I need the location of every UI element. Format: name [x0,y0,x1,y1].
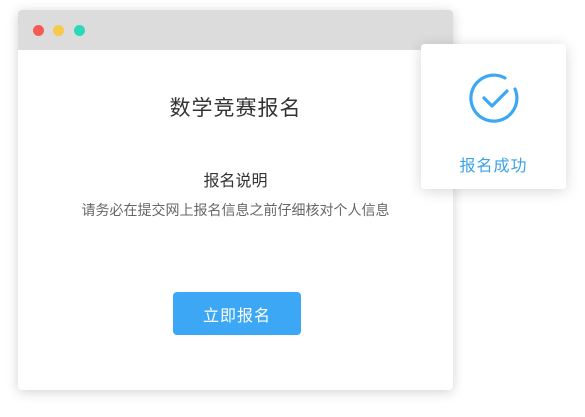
success-label: 报名成功 [459,156,528,175]
instructions-text: 请务必在提交网上报名信息之前仔细核对个人信息 [81,203,390,219]
check-circle-icon [469,73,519,123]
close-dot[interactable] [33,25,44,36]
minimize-dot[interactable] [53,25,64,36]
instructions-heading: 报名说明 [203,171,268,190]
window-titlebar [18,10,453,50]
registration-window: 数学竞赛报名 报名说明 请务必在提交网上报名信息之前仔细核对个人信息 立即报名 [18,10,453,390]
register-button[interactable]: 立即报名 [173,292,301,335]
page-title: 数学竞赛报名 [169,96,302,120]
maximize-dot[interactable] [74,25,85,36]
success-card: 报名成功 [421,44,566,189]
